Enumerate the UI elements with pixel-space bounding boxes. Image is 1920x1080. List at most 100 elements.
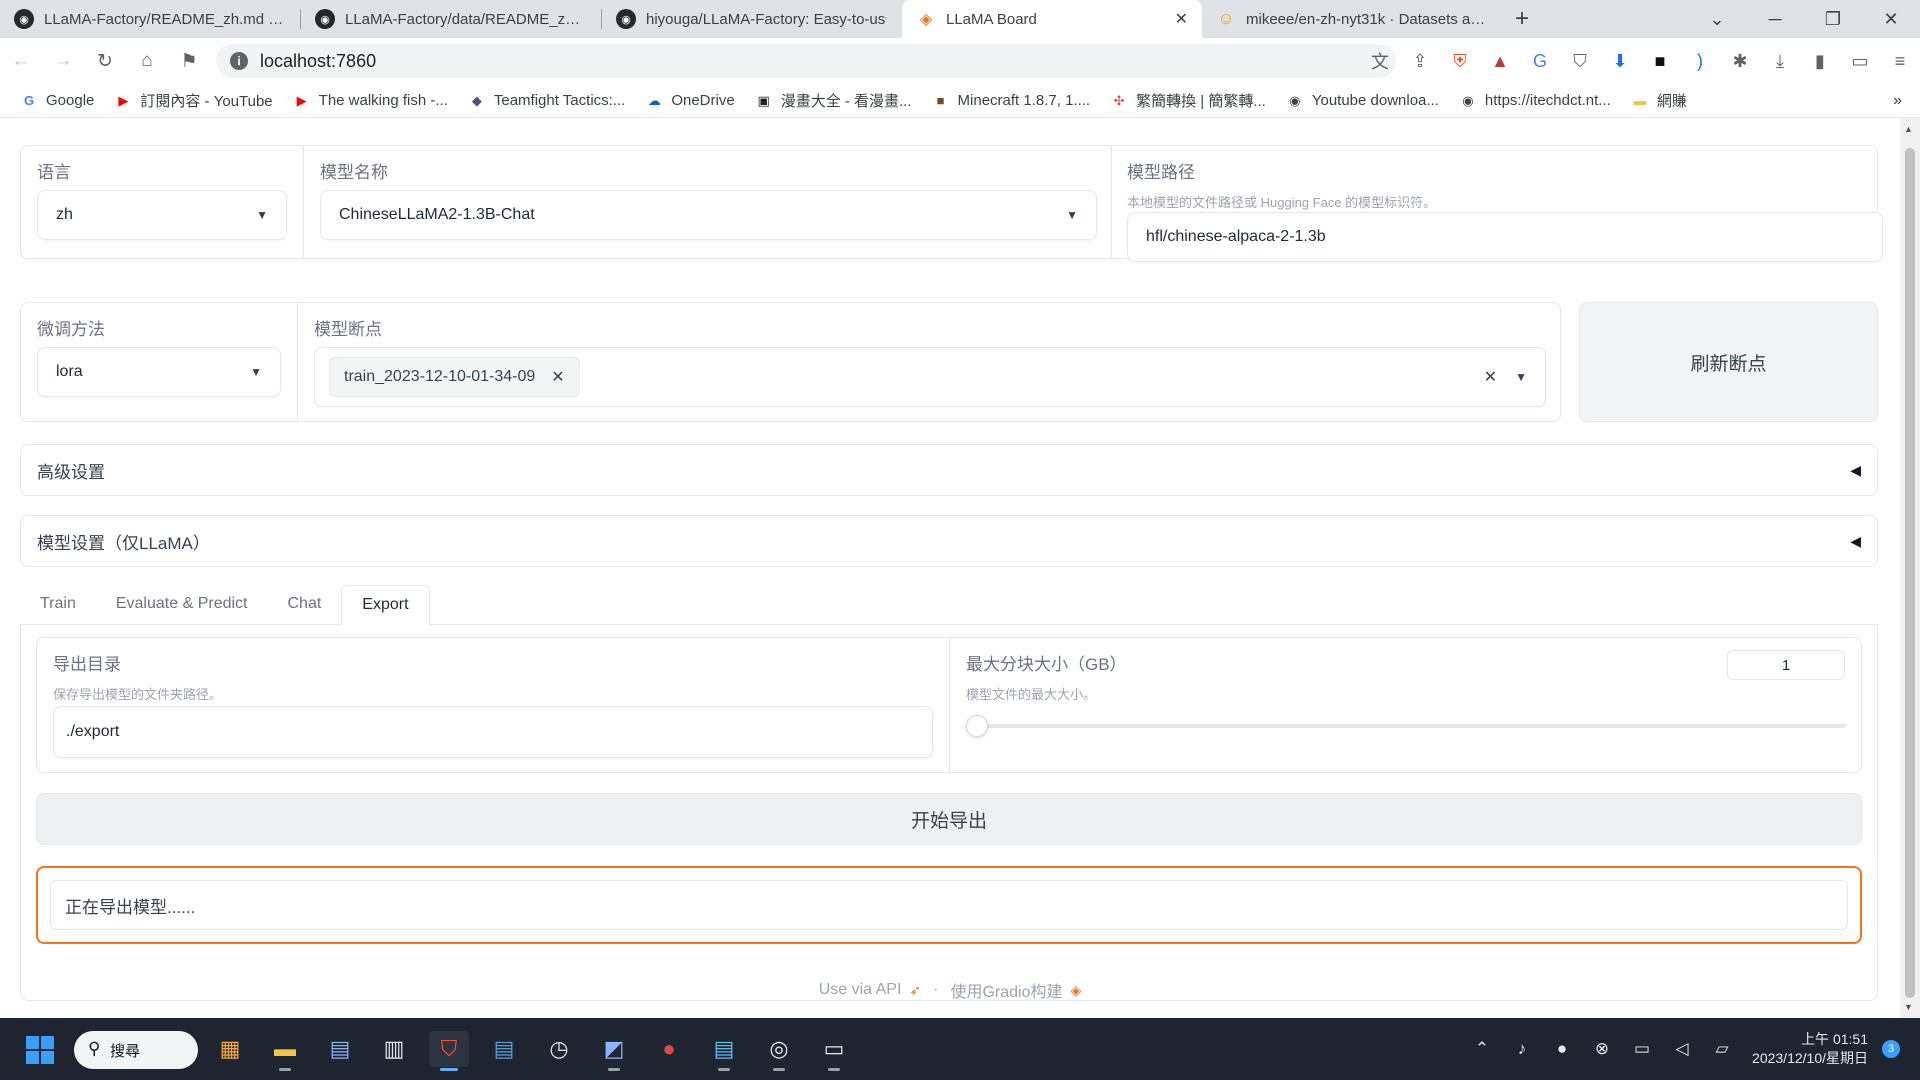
calculator-icon[interactable]: ▤ (320, 1031, 360, 1067)
divider (949, 638, 950, 772)
scroll-up-icon[interactable]: ▲ (1904, 124, 1913, 134)
tab-chat[interactable]: Chat (267, 584, 341, 624)
max-shard-slider-thumb[interactable] (966, 715, 988, 737)
remove-icon[interactable]: ✕ (551, 367, 564, 387)
download-extension-icon[interactable]: ⬇ (1600, 51, 1640, 72)
bookmark-label: OneDrive (671, 92, 735, 109)
tab-export[interactable]: Export (341, 585, 430, 625)
bookmark-item[interactable]: ▣ 漫畫大全 - 看漫畫... (755, 90, 912, 111)
start-export-button[interactable]: 开始导出 (36, 793, 1862, 845)
bookmark-item[interactable]: ▶ 訂閱內容 - YouTube (114, 90, 272, 111)
menu-icon[interactable]: ≡ (1880, 51, 1920, 72)
bookmark-item[interactable]: ■ Minecraft 1.8.7, 1.... (932, 92, 1091, 110)
extensions-icon[interactable]: ✱ (1720, 51, 1760, 72)
document-icon[interactable]: ▤ (484, 1031, 524, 1067)
checkpoint-multiselect[interactable]: train_2023-12-10-01-34-09 ✕ ✕ ▼ (314, 347, 1546, 407)
model-path-value: hfl/chinese-alpaca-2-1.3b (1146, 228, 1326, 245)
use-api-link[interactable]: Use via API (819, 981, 902, 999)
globe-icon: ◉ (1462, 92, 1474, 108)
clock-app-icon[interactable]: ◷ (539, 1031, 579, 1067)
advanced-settings-accordion[interactable]: 高级设置 ◀ (20, 444, 1878, 496)
close-circle-icon[interactable]: ⊗ (1582, 1039, 1622, 1059)
bookmark-item[interactable]: ▶ The walking fish -... (293, 92, 448, 110)
lang-dropdown[interactable]: zh ▼ (37, 190, 287, 240)
store-icon[interactable]: ▦ (210, 1031, 250, 1067)
new-tab-button[interactable]: + (1502, 0, 1542, 38)
tab-train[interactable]: Train (20, 584, 96, 624)
terminal-icon[interactable]: ▭ (814, 1031, 854, 1071)
site-info-icon[interactable]: i (230, 52, 248, 70)
model-settings-accordion[interactable]: 模型设置（仅LLaMA） ◀ (20, 515, 1878, 567)
bookmarks-overflow-icon[interactable]: » (1893, 92, 1902, 110)
sidebar-icon[interactable]: ▮ (1800, 51, 1840, 72)
max-shard-number-input[interactable]: 1 (1727, 650, 1845, 680)
clock[interactable]: 上午 01:51 2023/12/10/星期日 (1752, 1030, 1868, 1068)
bookmark-item[interactable]: ◆ Teamfight Tactics:... (468, 92, 625, 110)
speaker-icon[interactable]: ♪ (1502, 1039, 1542, 1059)
browser-tab-0[interactable]: ◉ LLaMA-Factory/README_zh.md at m (0, 0, 300, 38)
tab-evaluate-predict[interactable]: Evaluate & Predict (96, 584, 268, 624)
export-dir-input[interactable]: ./export (53, 706, 933, 758)
built-with-gradio-link[interactable]: 使用Gradio构建 (950, 978, 1062, 1002)
brave-rewards-icon[interactable]: ▲ (1480, 51, 1520, 72)
clear-icon[interactable]: ✕ (1484, 367, 1497, 387)
bookmark-icon[interactable]: ⚑ (168, 38, 210, 84)
shield-extension-icon[interactable]: ⛉ (1560, 51, 1600, 72)
model-path-input[interactable]: hfl/chinese-alpaca-2-1.3b (1127, 212, 1883, 262)
close-icon[interactable]: ✕ (1175, 9, 1188, 29)
browser-tab-1[interactable]: ◉ LLaMA-Factory/data/README_zh.m (301, 0, 601, 38)
microphone-icon[interactable]: ● (1542, 1039, 1582, 1059)
volume-icon[interactable]: ◁ (1662, 1039, 1702, 1059)
taskbar-search[interactable]: ⚲ 搜尋 (74, 1031, 198, 1069)
notepad-icon[interactable]: ▤ (704, 1031, 744, 1071)
browser-tab-4[interactable]: ☺ mikeee/en-zh-nyt31k · Datasets at H (1202, 0, 1502, 38)
reload-icon[interactable]: ↻ (84, 38, 126, 84)
audio-extension-icon[interactable]: ) (1680, 51, 1720, 72)
downloads-icon[interactable]: ⤓ (1760, 51, 1800, 72)
back-icon[interactable]: ← (0, 38, 42, 84)
extension-badge-icon[interactable]: ■ (1640, 51, 1680, 72)
bookmark-item[interactable]: ▬ 網賺 (1631, 90, 1687, 111)
bookmark-item[interactable]: ☁ OneDrive (645, 92, 735, 110)
model-name-dropdown[interactable]: ChineseLLaMA2-1.3B-Chat ▼ (320, 190, 1097, 240)
url-field[interactable]: i localhost:7860 (216, 44, 1396, 78)
scrollbar-thumb[interactable] (1905, 148, 1915, 998)
close-window-icon[interactable]: ✕ (1862, 0, 1920, 38)
google-translate-icon[interactable]: G (1520, 51, 1560, 72)
page-scrollbar[interactable]: ▲ ▼ (1900, 118, 1920, 1018)
red-app-icon[interactable]: ● (649, 1031, 689, 1067)
translate-icon[interactable]: 文 (1360, 48, 1400, 74)
wallet-icon[interactable]: ▭ (1840, 51, 1880, 72)
minimize-icon[interactable]: ─ (1746, 0, 1804, 38)
file-explorer-icon[interactable]: ▬ (265, 1031, 305, 1071)
chevron-up-icon[interactable]: ⌃ (1462, 1039, 1502, 1059)
notification-badge[interactable]: 3 (1882, 1040, 1900, 1058)
max-shard-info: 模型文件的最大大小。 (966, 687, 1097, 702)
bookmark-item[interactable]: ◉ https://itechdct.nt... (1459, 92, 1611, 110)
chart-app-icon[interactable]: ◩ (594, 1031, 634, 1071)
obs-icon[interactable]: ◎ (759, 1031, 799, 1071)
max-shard-slider-track[interactable] (966, 724, 1846, 728)
checkpoint-chip[interactable]: train_2023-12-10-01-34-09 ✕ (329, 357, 580, 397)
restore-icon[interactable]: ❐ (1804, 0, 1862, 38)
share-icon[interactable]: ⇪ (1400, 51, 1440, 72)
battery-icon[interactable]: ▱ (1702, 1039, 1742, 1059)
refresh-checkpoints-button[interactable]: 刷新断点 (1579, 302, 1878, 422)
bookmark-item[interactable]: G Google (20, 92, 94, 110)
network-icon[interactable]: ▭ (1622, 1039, 1662, 1059)
chevron-down-icon[interactable]: ▼ (1515, 370, 1527, 384)
home-icon[interactable]: ⌂ (126, 38, 168, 84)
bookmark-item[interactable]: ◉ Youtube downloa... (1286, 92, 1439, 110)
bookmark-item[interactable]: ✣ 繁簡轉換 | 簡繁轉... (1110, 90, 1266, 111)
brave-browser-icon[interactable]: ⛉ (429, 1031, 469, 1071)
windows-start-icon[interactable] (26, 1036, 54, 1064)
finetune-dropdown[interactable]: lora ▼ (37, 347, 281, 397)
browser-tab-2[interactable]: ◉ hiyouga/LLaMA-Factory: Easy-to-us (602, 0, 902, 38)
scroll-down-icon[interactable]: ▼ (1904, 1002, 1913, 1012)
film-icon[interactable]: ▥ (374, 1031, 414, 1067)
tab-search-icon[interactable]: ⌄ (1688, 0, 1746, 38)
brave-shield-icon[interactable]: ⛨ (1440, 51, 1480, 72)
browser-tab-3[interactable]: ◈ LLaMA Board ✕ (902, 0, 1202, 38)
export-output-box: 正在导出模型...... (36, 866, 1862, 944)
forward-icon[interactable]: → (42, 38, 84, 84)
